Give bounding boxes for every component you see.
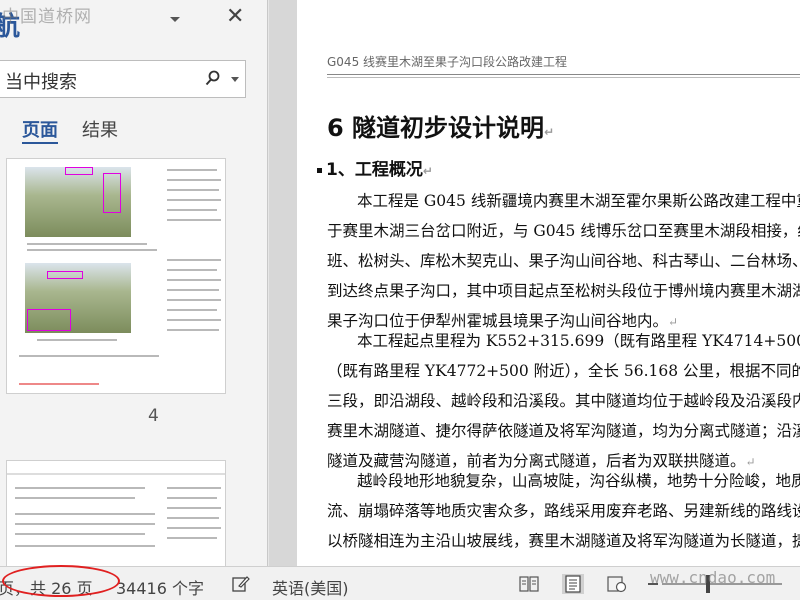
paragraph-mark: ↵ — [422, 164, 433, 178]
paragraph-line: 三段，即沿湖段、越岭段和沿溪段。其中隧道均位于越岭段及沿溪段内，起 — [327, 392, 800, 410]
thumbnail-text-line — [27, 249, 157, 251]
thumbnail-text-line — [167, 169, 217, 171]
chapter-heading: 6 隧道初步设计说明↵ — [327, 108, 554, 143]
tab-results[interactable]: 结果 — [82, 116, 118, 142]
thumbnail-text-line — [7, 473, 225, 475]
close-icon[interactable]: ✕ — [226, 6, 244, 28]
thumbnail-text-line — [15, 523, 155, 525]
thumbnail-text-line — [15, 545, 155, 547]
paragraph-line: 赛里木湖隧道、捷尔得萨依隧道及将军沟隧道，均为分离式隧道；沿溪段隧 — [327, 422, 800, 440]
thumbnail-text-line — [167, 517, 219, 519]
thumbnail-text-line — [27, 243, 147, 245]
thumbnail-text-line — [167, 189, 219, 191]
thumbnail-text-line — [167, 219, 221, 221]
paragraph-line: 到达终点果子沟口，其中项目起点至松树头段位于博州境内赛里木湖湖畔， — [327, 282, 800, 300]
print-layout-icon[interactable] — [562, 574, 584, 594]
paragraph-line: 本工程起点里程为 K552+315.699（既有路里程 YK4714+500），… — [357, 332, 800, 350]
navigation-pane: 航 ✕ 当中搜索 页面 结果 — [0, 0, 268, 566]
proofing-icon[interactable] — [232, 575, 250, 593]
thumbnail-text-line — [167, 259, 221, 261]
thumbnail-text-line — [167, 299, 221, 301]
paragraph-line: 越岭段地形地貌复杂，山高坡陡，沟谷纵横，地势十分险峻，地质构造 — [357, 472, 800, 490]
thumbnail-text-line — [167, 507, 221, 509]
chapter-heading-text: 6 隧道初步设计说明 — [327, 114, 545, 142]
word-count-status[interactable]: 34416 个字 — [116, 575, 204, 599]
paragraph-line: 班、松树头、库松木契克山、果子沟山间谷地、科古琴山、二台林场、新二 — [327, 252, 800, 270]
tab-pages[interactable]: 页面 — [22, 116, 58, 142]
page-header: G045 线赛里木湖至果子沟口段公路改建工程 — [327, 55, 568, 69]
thumbnail-text-line — [15, 533, 145, 535]
thumbnail-text-line — [19, 355, 159, 357]
thumbnail-text-line — [167, 199, 221, 201]
thumbnail-text-line — [167, 179, 221, 181]
header-divider — [327, 77, 800, 78]
thumbnail-text-line — [167, 279, 221, 281]
annotation-mark — [27, 309, 71, 331]
thumbnail-text-line — [167, 527, 221, 529]
page-thumbnail[interactable] — [6, 460, 226, 566]
paragraph-line: （既有路里程 YK4772+500 附近），全长 56.168 公里，根据不同的… — [327, 362, 800, 380]
watermark-logo: 中国道桥网 — [2, 7, 92, 27]
thumbnail-footer-line — [19, 383, 99, 385]
thumbnail-page-number: 4 — [148, 406, 159, 426]
active-tab-indicator — [22, 142, 58, 144]
read-mode-icon[interactable] — [518, 574, 540, 594]
search-placeholder: 当中搜索 — [5, 72, 77, 93]
thumbnail-text-line — [15, 513, 155, 515]
annotation-circle — [2, 565, 120, 597]
annotation-mark — [103, 173, 121, 213]
annotation-mark — [65, 167, 93, 175]
paragraph-line: 本工程是 G045 线新疆境内赛里木湖至霍尔果斯公路改建工程中重要的 — [357, 192, 800, 210]
thumbnail-text-line — [167, 537, 217, 539]
page-thumbnail[interactable] — [6, 158, 226, 394]
paragraph: 越岭段地形地貌复杂，山高坡陡，沟谷纵横，地势十分险峻，地质构造 流、崩塌碎落等地… — [327, 466, 800, 556]
thumbnail-text-line — [167, 269, 217, 271]
thumbnail-text-line — [167, 319, 221, 321]
paragraph-mark: ↵ — [544, 125, 555, 139]
heading-bullet — [317, 167, 322, 173]
document-page[interactable]: G045 线赛里木湖至果子沟口段公路改建工程 6 隧道初步设计说明↵ 1、工程概… — [297, 0, 800, 566]
thumbnail-text-line — [167, 497, 217, 499]
thumbnail-text-line — [167, 289, 219, 291]
paragraph-line: 于赛里木湖三台岔口附近，与 G045 线博乐岔口至赛里木湖段相接，经赛里 — [327, 222, 800, 240]
thumbnail-text-line — [37, 339, 117, 341]
search-input[interactable]: 当中搜索 — [0, 60, 246, 98]
search-icon[interactable] — [205, 70, 221, 86]
search-options-icon[interactable] — [231, 77, 239, 82]
thumbnail-text-line — [15, 497, 135, 499]
watermark-url: www.cndao.com — [650, 568, 776, 587]
section-heading: 1、工程概况↵ — [317, 155, 433, 180]
paragraph: 本工程是 G045 线新疆境内赛里木湖至霍尔果斯公路改建工程中重要的 于赛里木湖… — [327, 186, 800, 337]
web-layout-icon[interactable] — [606, 574, 628, 594]
thumbnail-text-line — [167, 329, 219, 331]
word-window: 航 ✕ 当中搜索 页面 结果 — [0, 0, 800, 600]
paragraph-line: 流、崩塌碎落等地质灾害众多，路线采用废弃老路、另建新线的路线设计方 — [327, 502, 800, 520]
language-status[interactable]: 英语(美国) — [272, 575, 349, 599]
paragraph-line: 以桥隧相连为主沿山坡展线，赛里木湖隧道及将军沟隧道为长隧道，捷尔得 — [327, 532, 800, 550]
paragraph: 本工程起点里程为 K552+315.699（既有路里程 YK4714+500），… — [327, 326, 800, 477]
annotation-mark — [47, 271, 83, 279]
header-divider — [327, 74, 800, 75]
thumbnail-text-line — [167, 309, 217, 311]
thumbnail-text-line — [167, 487, 221, 489]
chevron-down-icon[interactable] — [168, 12, 182, 26]
section-heading-text: 1、工程概况 — [326, 160, 423, 180]
thumbnail-text-line — [167, 209, 217, 211]
thumbnail-text-line — [15, 487, 145, 489]
